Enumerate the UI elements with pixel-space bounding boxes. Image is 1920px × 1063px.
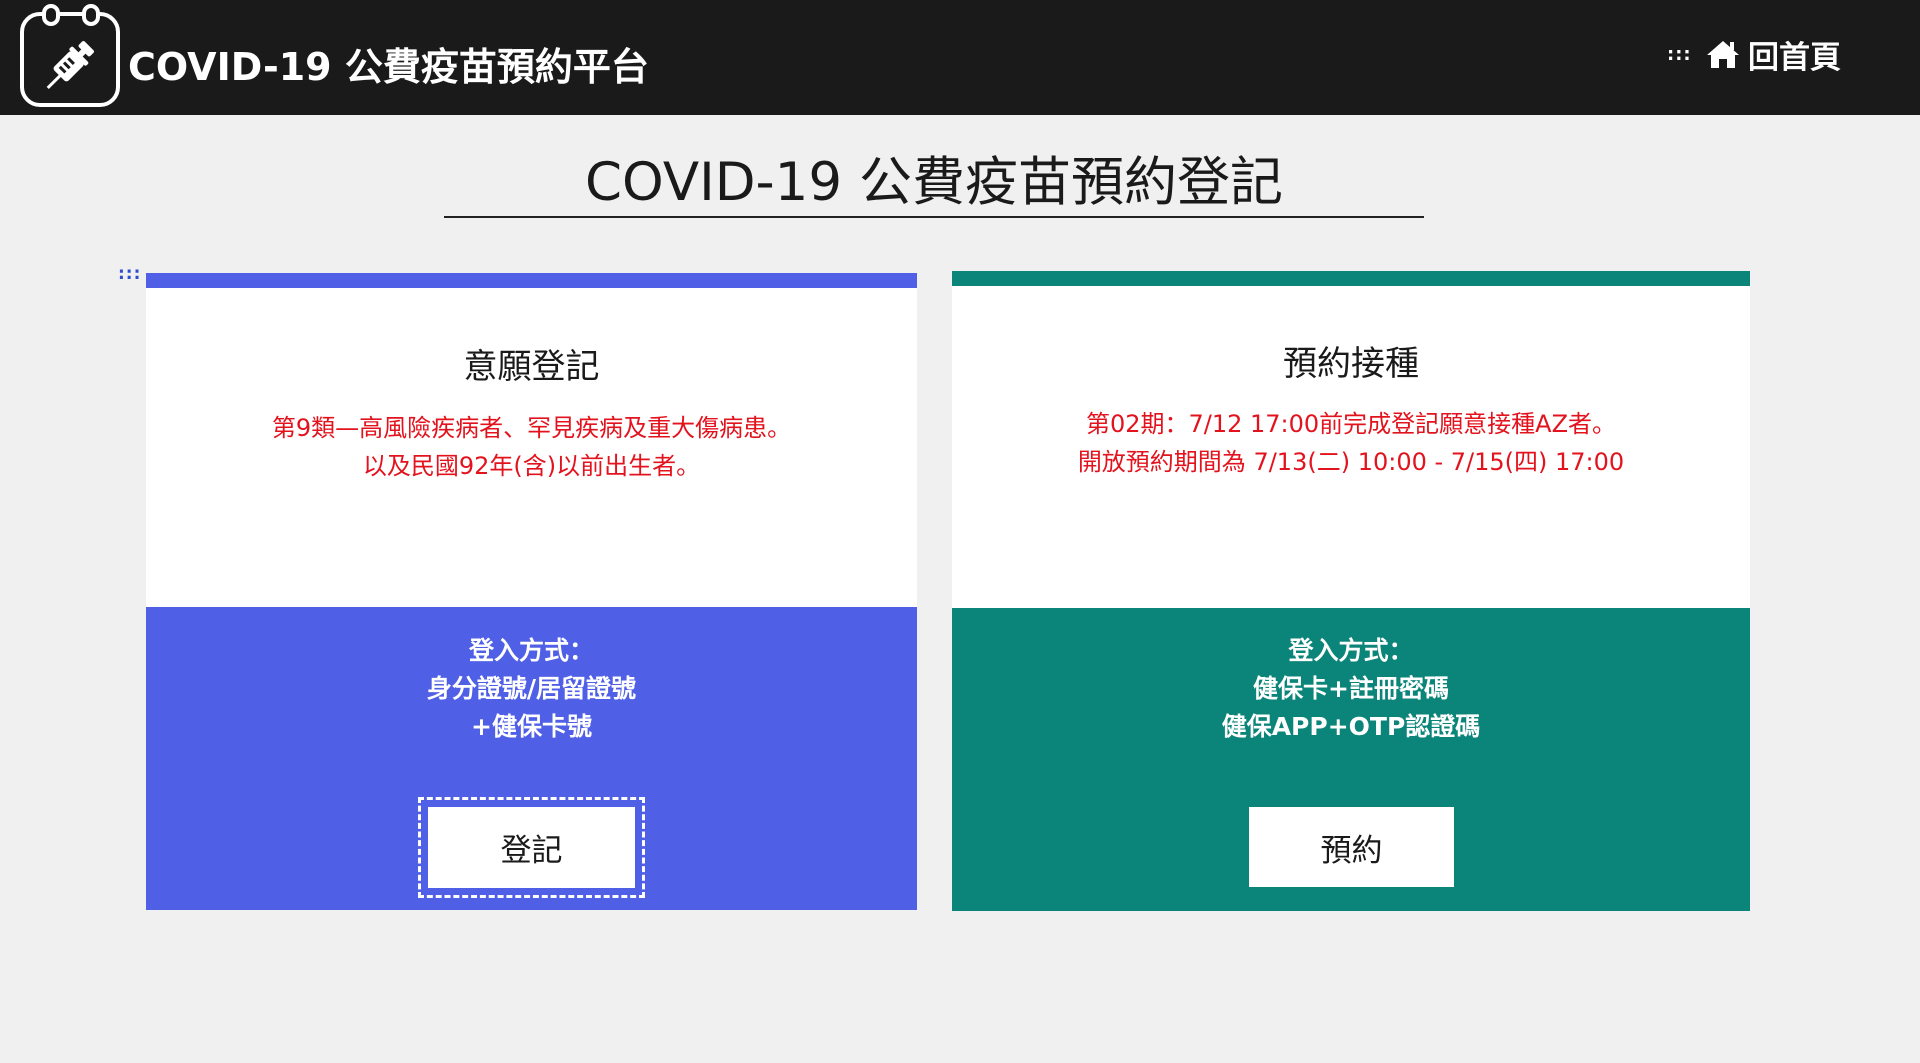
notice-line: 第9類—高風險疾病者、罕見疾病及重大傷病患。 [271, 414, 792, 442]
login-method-line: 健保卡+註冊密碼 [1253, 674, 1449, 703]
accesskey-marker[interactable]: ::: [1667, 44, 1692, 65]
appointment-card: 預約接種 第02期：7/12 17:00前完成登記願意接種AZ者。 開放預約期間… [952, 271, 1750, 911]
register-button[interactable]: 登記 [428, 807, 635, 888]
login-method-panel: 登入方式： 身分證號/居留證號 +健保卡號 登記 [146, 607, 917, 910]
login-method-panel: 登入方式： 健保卡+註冊密碼 健保APP+OTP認證碼 預約 [952, 608, 1750, 911]
home-link-label: 回首頁 [1748, 39, 1841, 76]
notice-line: 開放預約期間為 7/13(二) 10:00 - 7/15(四) 17:00 [1077, 448, 1625, 476]
home-icon [1707, 41, 1739, 68]
login-method-label: 登入方式： [468, 636, 594, 665]
home-link[interactable]: 回首頁 [1706, 34, 1841, 76]
registration-card: 意願登記 第9類—高風險疾病者、罕見疾病及重大傷病患。 以及民國92年(含)以前… [146, 273, 917, 910]
login-method-line: 身分證號/居留證號 [426, 674, 637, 703]
card-title: 意願登記 [463, 347, 600, 387]
syringe-icon [46, 41, 94, 90]
calendar-ring-icon [42, 4, 60, 26]
page-title: COVID-19 公費疫苗預約登記 [444, 140, 1424, 218]
login-method-text: 登入方式： 健保卡+註冊密碼 健保APP+OTP認證碼 [952, 632, 1750, 746]
card-title: 預約接種 [1283, 344, 1419, 384]
vaccine-calendar-logo[interactable] [20, 4, 120, 107]
notice-line: 第02期：7/12 17:00前完成登記願意接種AZ者。 [1085, 410, 1617, 438]
notice-line: 以及民國92年(含)以前出生者。 [362, 452, 701, 480]
login-method-line: +健保卡號 [471, 712, 592, 741]
eligibility-notice: 第02期：7/12 17:00前完成登記願意接種AZ者。 開放預約期間為 7/1… [952, 405, 1750, 481]
calendar-ring-icon [82, 4, 100, 26]
card-accent-strip [146, 273, 917, 288]
login-method-line: 健保APP+OTP認證碼 [1221, 712, 1481, 741]
login-method-label: 登入方式： [1288, 636, 1414, 665]
eligibility-notice: 第9類—高風險疾病者、罕見疾病及重大傷病患。 以及民國92年(含)以前出生者。 [146, 409, 917, 485]
site-title: COVID-19 公費疫苗預約平台 [128, 45, 649, 89]
top-navbar: COVID-19 公費疫苗預約平台 ::: 回首頁 [0, 0, 1920, 115]
card-accent-strip [952, 271, 1750, 286]
login-method-text: 登入方式： 身分證號/居留證號 +健保卡號 [146, 632, 917, 746]
accesskey-marker[interactable]: ::: [118, 264, 141, 284]
book-appointment-button[interactable]: 預約 [1249, 807, 1454, 887]
